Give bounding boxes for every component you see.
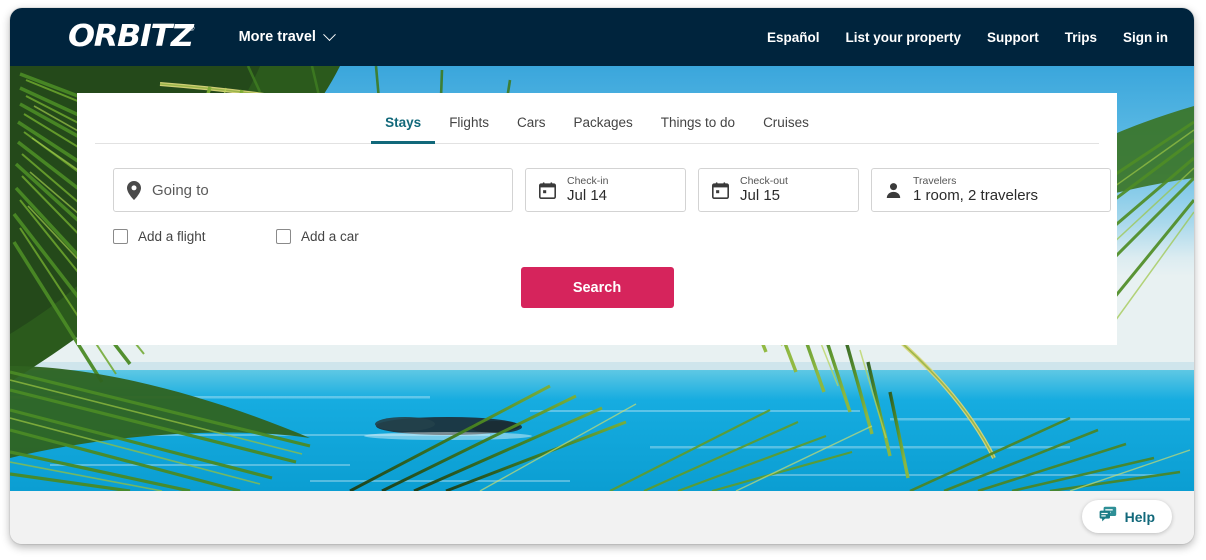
- destination-field[interactable]: Going to: [113, 168, 513, 212]
- map-pin-icon: [127, 180, 141, 200]
- checkin-value: Jul 14: [567, 187, 608, 204]
- add-a-car-checkbox[interactable]: [276, 229, 291, 244]
- search-button-row: Search: [77, 244, 1117, 308]
- tab-cruises[interactable]: Cruises: [749, 108, 823, 144]
- add-a-flight-label: Add a flight: [138, 229, 206, 244]
- search-tabs: Stays Flights Cars Packages Things to do…: [95, 93, 1099, 144]
- page-footer: Help: [10, 491, 1194, 544]
- nav-item-list-your-property[interactable]: List your property: [845, 30, 961, 45]
- checkout-text: Check-out Jul 15: [740, 175, 788, 205]
- site-header: ORBITZ ® More travel Español List your p…: [10, 8, 1194, 66]
- search-button[interactable]: Search: [520, 267, 674, 308]
- chat-bubble-icon: [1099, 506, 1117, 527]
- checkin-label: Check-in: [567, 175, 609, 187]
- travelers-text: Travelers 1 room, 2 travelers: [913, 175, 1038, 205]
- travelers-label: Travelers: [913, 175, 957, 187]
- header-nav: Español List your property Support Trips…: [767, 30, 1168, 45]
- checkout-field[interactable]: Check-out Jul 15: [698, 168, 859, 212]
- checkout-value: Jul 15: [740, 187, 781, 204]
- tab-packages[interactable]: Packages: [559, 108, 646, 144]
- help-label: Help: [1124, 508, 1155, 525]
- add-a-flight-checkbox[interactable]: [113, 229, 128, 244]
- tab-stays[interactable]: Stays: [371, 108, 436, 144]
- browser-window: ORBITZ ® More travel Español List your p…: [10, 8, 1194, 544]
- search-fields: Going to Check-in Jul 14 Check-out Jul 1…: [77, 144, 1117, 212]
- more-travel-label: More travel: [238, 29, 316, 45]
- help-button[interactable]: Help: [1081, 500, 1172, 533]
- search-card: Stays Flights Cars Packages Things to do…: [77, 93, 1117, 345]
- calendar-icon: [539, 181, 556, 199]
- nav-item-support[interactable]: Support: [987, 30, 1039, 45]
- add-a-car-option[interactable]: Add a car: [276, 229, 359, 244]
- nav-item-sign-in[interactable]: Sign in: [1123, 30, 1168, 45]
- nav-item-espanol[interactable]: Español: [767, 30, 820, 45]
- tab-things-to-do[interactable]: Things to do: [647, 108, 749, 144]
- travelers-field[interactable]: Travelers 1 room, 2 travelers: [871, 168, 1111, 212]
- checkout-label: Check-out: [740, 175, 788, 187]
- travelers-value: 1 room, 2 travelers: [913, 187, 1039, 204]
- tab-flights[interactable]: Flights: [435, 108, 503, 144]
- calendar-icon: [712, 181, 729, 199]
- search-options: Add a flight Add a car: [77, 212, 1117, 244]
- orbitz-logo-text: ORBITZ: [68, 19, 194, 54]
- checkin-text: Check-in Jul 14: [567, 175, 608, 205]
- add-a-car-label: Add a car: [301, 229, 359, 244]
- checkin-field[interactable]: Check-in Jul 14: [525, 168, 686, 212]
- add-a-flight-option[interactable]: Add a flight: [113, 229, 276, 244]
- more-travel-menu[interactable]: More travel: [238, 27, 336, 45]
- destination-placeholder: Going to: [152, 181, 209, 199]
- hero-banner: Stays Flights Cars Packages Things to do…: [10, 66, 1194, 491]
- tab-cars[interactable]: Cars: [503, 108, 560, 144]
- chevron-down-icon: [323, 27, 336, 41]
- nav-item-trips[interactable]: Trips: [1065, 30, 1097, 45]
- person-icon: [885, 182, 902, 199]
- orbitz-logo[interactable]: ORBITZ ®: [68, 22, 195, 52]
